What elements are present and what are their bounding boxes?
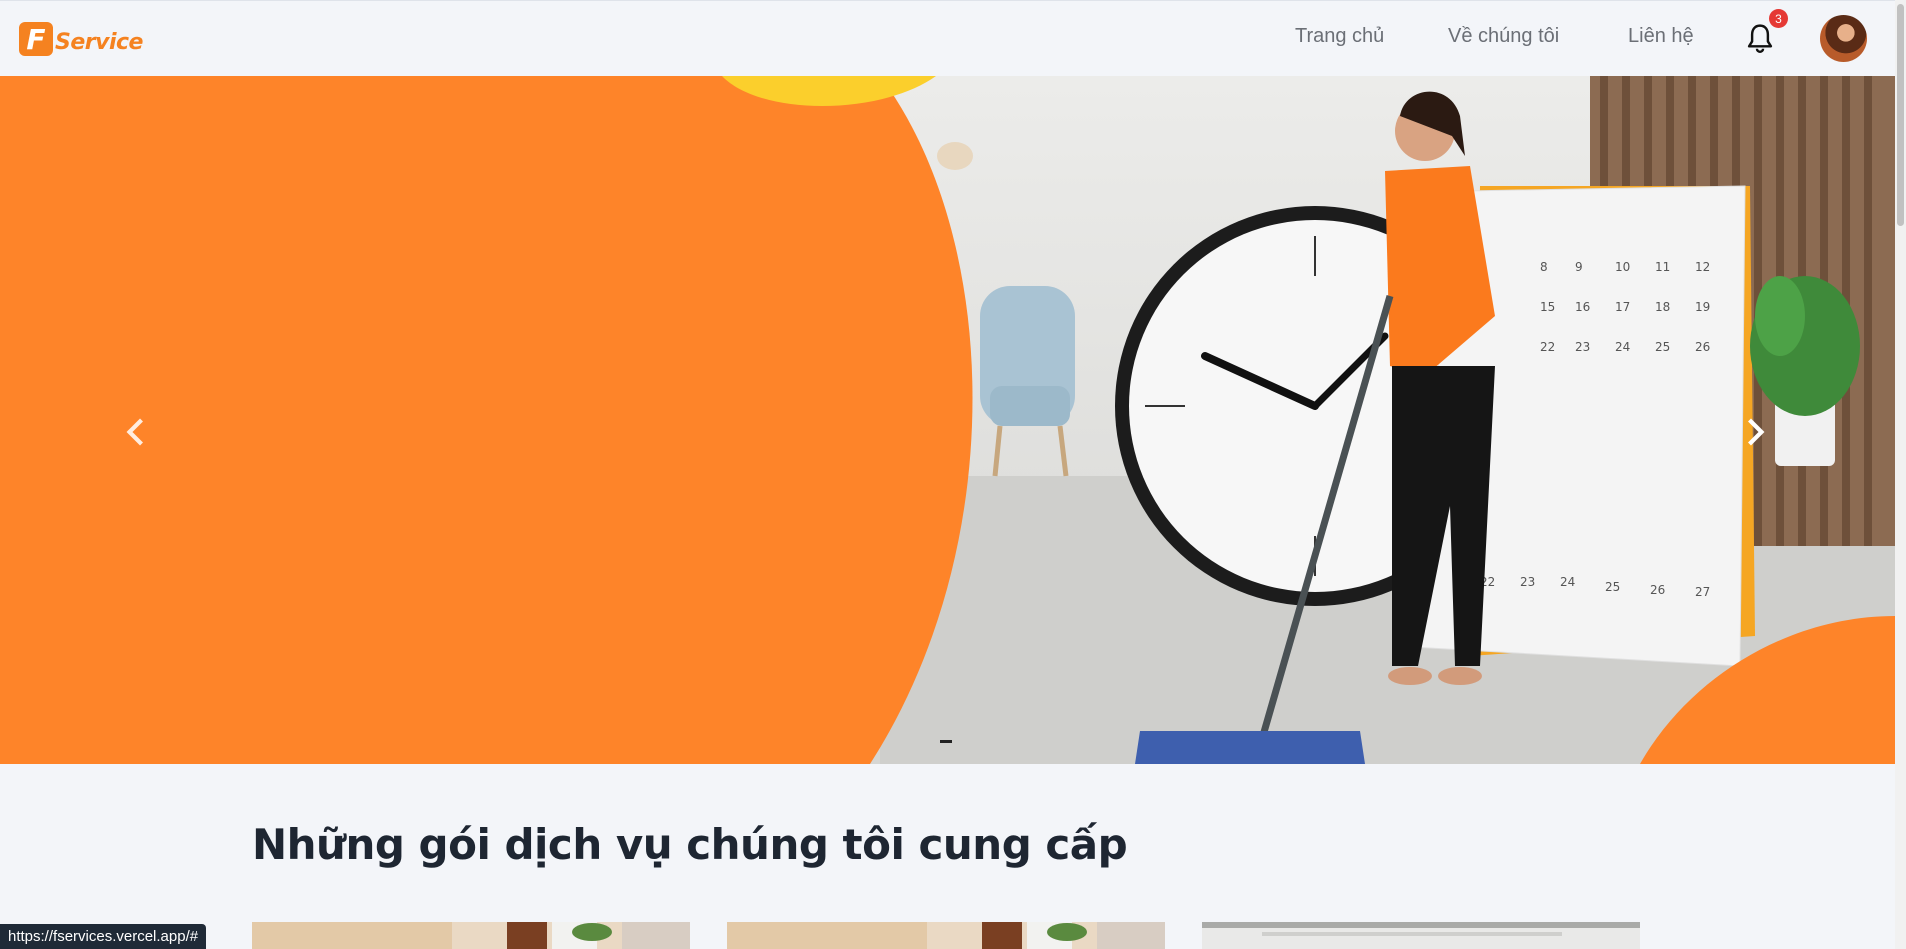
logo-mark: F: [19, 22, 53, 56]
svg-text:9: 9: [1575, 260, 1583, 274]
status-bar-url: https://fservices.vercel.app/#: [0, 924, 207, 949]
svg-text:24: 24: [1615, 340, 1630, 354]
svg-text:24: 24: [1560, 575, 1575, 589]
svg-text:8: 8: [1540, 260, 1548, 274]
chevron-left-icon[interactable]: [119, 414, 155, 450]
hero-carousel: 8 9 10 11 12 15 16 17 18 19 22 23 24 25 26 22 23 24 25 2…: [0, 76, 1895, 764]
svg-text:18: 18: [1655, 300, 1670, 314]
logo-text: Service: [55, 29, 143, 55]
chevron-right-icon[interactable]: [1736, 414, 1772, 450]
page-scrollbar-thumb[interactable]: [1897, 4, 1904, 226]
services-title: Những gói dịch vụ chúng tôi cung cấp: [252, 820, 1128, 869]
svg-text:17: 17: [1615, 300, 1630, 314]
svg-text:10: 10: [1615, 260, 1630, 274]
top-navbar: F Service Trang chủ Về chúng tôi Liên hệ…: [0, 0, 1895, 76]
svg-text:23: 23: [1520, 575, 1535, 589]
logo[interactable]: F Service: [19, 22, 143, 56]
svg-text:15: 15: [1540, 300, 1555, 314]
hero-banner-image: 8 9 10 11 12 15 16 17 18 19 22 23 24 25 26 22 23 24 25 2…: [0, 76, 1895, 764]
service-card-image[interactable]: [1202, 922, 1640, 949]
bell-icon[interactable]: [1745, 22, 1775, 56]
user-avatar[interactable]: [1820, 15, 1867, 62]
notification-badge: 3: [1769, 9, 1788, 28]
svg-text:19: 19: [1695, 300, 1710, 314]
nav-home-link[interactable]: Trang chủ: [1295, 25, 1384, 51]
svg-text:25: 25: [1655, 340, 1670, 354]
svg-text:11: 11: [1655, 260, 1670, 274]
nav-about-link[interactable]: Về chúng tôi: [1448, 25, 1559, 51]
svg-text:27: 27: [1695, 585, 1710, 599]
svg-text:12: 12: [1695, 260, 1710, 274]
svg-text:22: 22: [1540, 340, 1555, 354]
svg-text:25: 25: [1605, 580, 1620, 594]
carousel-indicator[interactable]: [940, 740, 952, 743]
svg-text:26: 26: [1695, 340, 1710, 354]
nav-contact-link[interactable]: Liên hệ: [1628, 25, 1694, 51]
svg-text:26: 26: [1650, 583, 1665, 597]
service-card-image[interactable]: [727, 922, 1165, 949]
svg-text:23: 23: [1575, 340, 1590, 354]
svg-text:16: 16: [1575, 300, 1590, 314]
service-card-image[interactable]: [252, 922, 690, 949]
